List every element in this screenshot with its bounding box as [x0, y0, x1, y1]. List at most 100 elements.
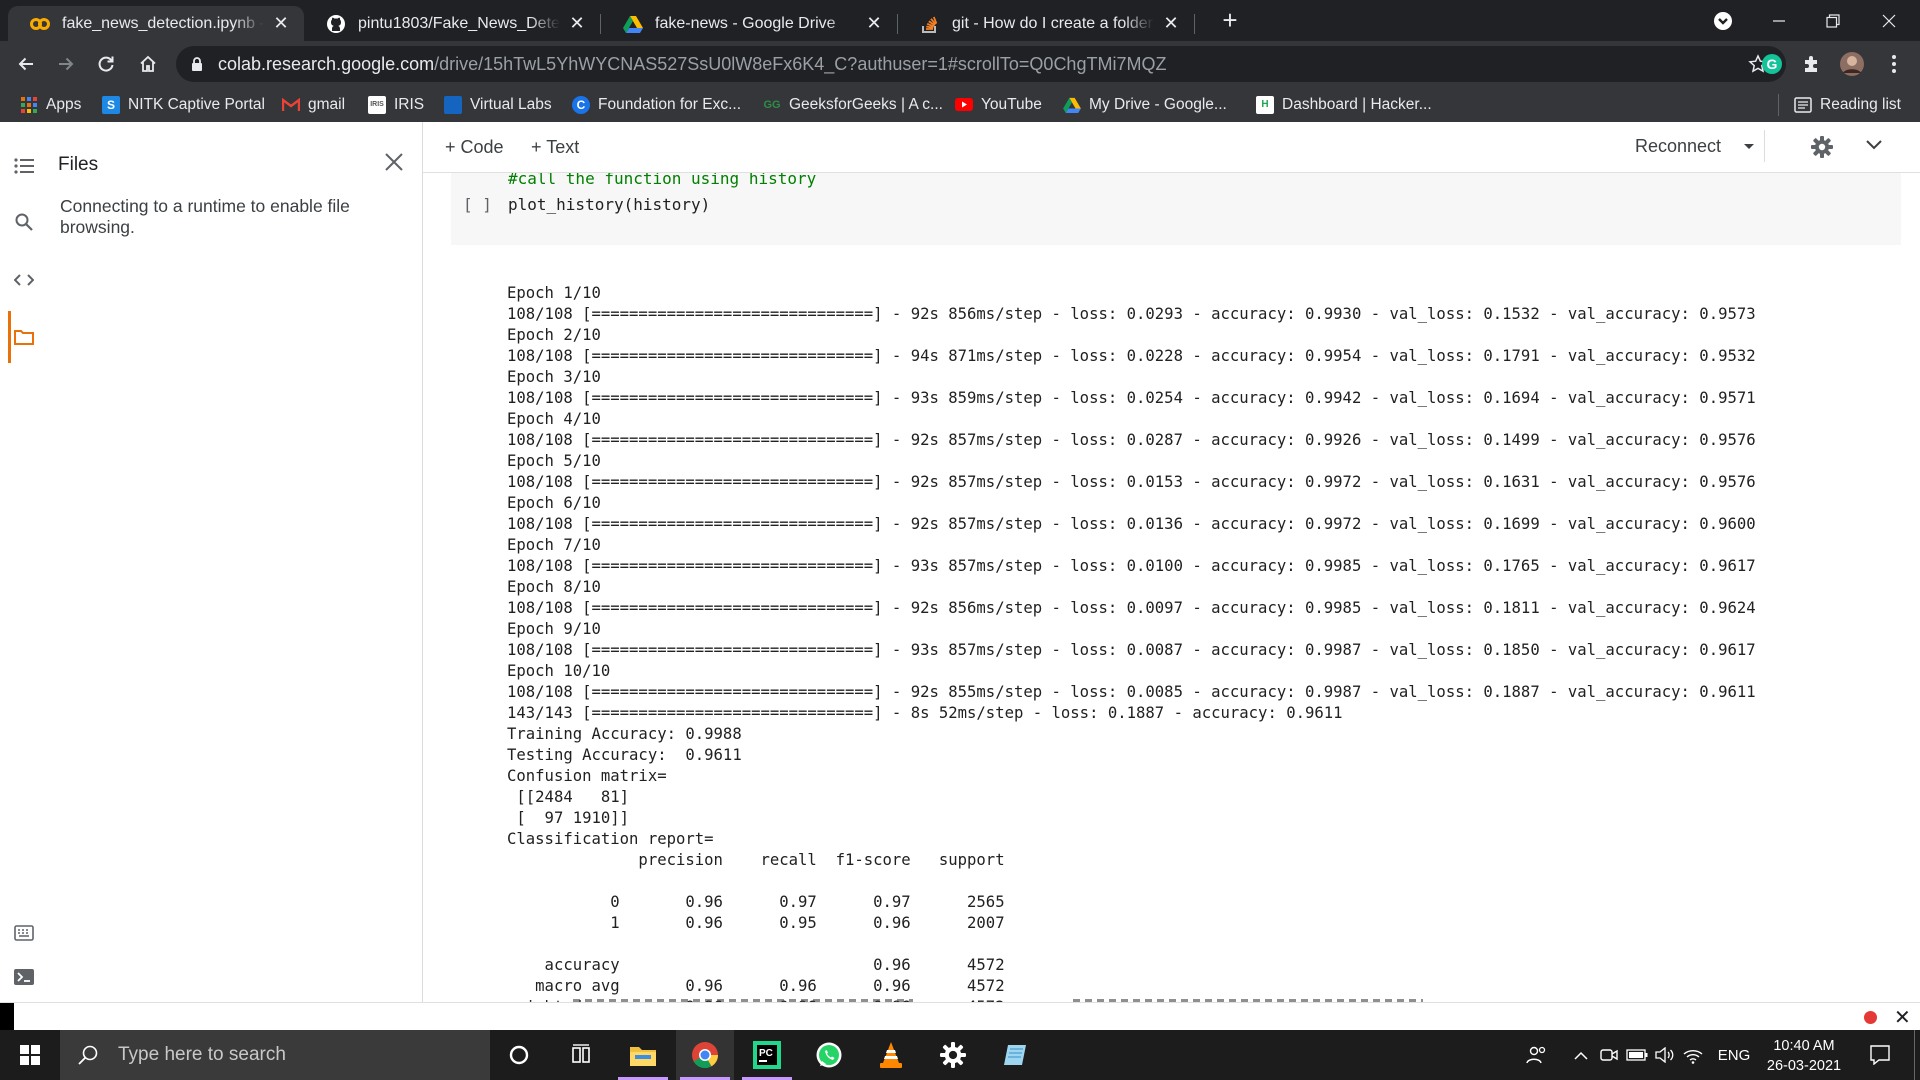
profile-avatar[interactable] — [1834, 46, 1870, 82]
search-icon[interactable] — [13, 211, 35, 233]
pycharm-icon[interactable]: PC — [738, 1030, 796, 1080]
home-button[interactable] — [130, 46, 166, 82]
virtual-labs-icon — [444, 95, 462, 114]
settings-icon[interactable] — [924, 1030, 982, 1080]
search-icon — [78, 1045, 98, 1065]
task-view-icon[interactable] — [552, 1030, 610, 1080]
minimize-window-button[interactable] — [1756, 0, 1802, 41]
tab-title: fake-news - Google Drive — [655, 14, 836, 32]
chrome-icon[interactable] — [676, 1030, 734, 1080]
geeksforgeeks-icon: GG — [763, 98, 781, 111]
code-cell[interactable]: [ ] #call the function using history plo… — [451, 173, 1901, 245]
svg-text:PC: PC — [759, 1048, 773, 1059]
url-host: colab.research.google.com — [218, 54, 435, 74]
active-panel-indicator — [8, 311, 11, 363]
bookmark-nitk-captive-portal[interactable]: S NITK Captive Portal — [102, 87, 265, 122]
reconnect-button[interactable]: Reconnect — [1635, 136, 1755, 157]
bookmark-youtube[interactable]: YouTube — [955, 87, 1042, 122]
terminal-icon[interactable] — [13, 966, 35, 988]
run-cell-button[interactable]: [ ] — [463, 195, 492, 214]
close-window-button[interactable] — [1866, 0, 1912, 41]
meet-now-icon[interactable] — [1596, 1030, 1622, 1080]
tab-title: pintu1803/Fake_News_Detection — [358, 14, 560, 32]
add-text-cell-button[interactable]: + Text — [531, 137, 579, 158]
notifications-icon[interactable] — [1860, 1030, 1900, 1080]
forward-button[interactable] — [48, 46, 84, 82]
reading-list-button[interactable]: Reading list — [1794, 87, 1901, 122]
bookmark-gmail[interactable]: gmail — [282, 87, 345, 122]
bookmark-hackerrank[interactable]: H Dashboard | Hacker... — [1256, 87, 1432, 122]
toolbar-divider — [1764, 130, 1765, 162]
folder-icon[interactable] — [13, 326, 35, 348]
url-path: /drive/15hTwL5YhWYCNAS527SsU0lW8eFx6K4_C… — [434, 54, 1167, 74]
left-sidebar-rail — [0, 122, 46, 1002]
s-logo-icon: S — [102, 95, 120, 114]
windows-taskbar: Type here to search PC ENG 10:40 AM 26-0… — [0, 1030, 1920, 1080]
grammarly-extension-icon[interactable]: G — [1754, 46, 1790, 82]
bookmark-iris[interactable]: IRIS IRIS — [368, 87, 424, 122]
browser-menu-icon[interactable] — [1876, 46, 1912, 82]
tab-separator — [1194, 14, 1195, 34]
settings-gear-icon[interactable] — [1811, 136, 1833, 158]
extensions-puzzle-icon[interactable] — [1794, 46, 1830, 82]
gmail-icon — [282, 96, 300, 114]
input-language-indicator[interactable]: ENG — [1710, 1030, 1758, 1080]
close-icon[interactable] — [380, 148, 408, 176]
bookmark-geeksforgeeks[interactable]: GG GeeksforGeeks | A c... — [763, 87, 943, 122]
reload-button[interactable] — [88, 46, 124, 82]
notebook-content: [ ] #call the function using history plo… — [423, 173, 1920, 1002]
command-palette-icon[interactable] — [13, 922, 35, 944]
show-desktop-button[interactable] — [1914, 1030, 1915, 1080]
battery-icon[interactable] — [1624, 1030, 1650, 1080]
tab-google-drive[interactable]: fake-news - Google Drive ✕ — [601, 6, 897, 41]
github-icon — [326, 14, 346, 34]
system-clock[interactable]: 10:40 AM 26-03-2021 — [1760, 1036, 1848, 1076]
close-icon[interactable]: ✕ — [1894, 1005, 1911, 1030]
bookmark-foundation[interactable]: C Foundation for Exc... — [572, 87, 741, 122]
youtube-icon — [955, 96, 973, 114]
back-button[interactable] — [8, 46, 44, 82]
code-snippets-icon[interactable] — [13, 269, 35, 291]
new-tab-button[interactable]: + — [1210, 0, 1250, 41]
hackerrank-icon: H — [1256, 95, 1274, 114]
clock-date: 26-03-2021 — [1766, 1058, 1842, 1074]
people-icon[interactable] — [1520, 1030, 1554, 1080]
vlc-icon[interactable] — [862, 1030, 920, 1080]
iris-icon: IRIS — [368, 95, 386, 114]
plot-title-left-clipped — [573, 995, 913, 1002]
apps-grid-icon — [20, 96, 38, 114]
files-panel: Files Connecting to a runtime to enable … — [46, 122, 423, 1002]
code-editor[interactable]: plot_history(history) — [508, 195, 710, 214]
close-tab-icon[interactable]: ✕ — [566, 13, 588, 35]
tab-stackoverflow[interactable]: git - How do I create a folder in a GitH… — [898, 6, 1194, 41]
bookmarks-separator — [1778, 94, 1779, 116]
profile-menu-icon[interactable] — [1700, 0, 1746, 41]
add-code-cell-button[interactable]: + Code — [445, 137, 504, 158]
show-hidden-icons-chevron-icon[interactable] — [1568, 1030, 1594, 1080]
tab-colab-notebook[interactable]: fake_news_detection.ipynb - Colab ✕ — [8, 6, 304, 41]
volume-icon[interactable] — [1652, 1030, 1678, 1080]
close-tab-icon[interactable]: ✕ — [270, 13, 292, 35]
file-explorer-icon[interactable] — [614, 1030, 672, 1080]
wifi-icon[interactable] — [1680, 1030, 1706, 1080]
close-tab-icon[interactable]: ✕ — [863, 13, 885, 35]
bookmark-my-drive[interactable]: My Drive - Google... — [1063, 87, 1227, 122]
notepad-icon[interactable] — [986, 1030, 1044, 1080]
tab-github[interactable]: pintu1803/Fake_News_Detection ✕ — [304, 6, 600, 41]
notebook-toolbar: + Code + Text Reconnect — [423, 122, 1920, 173]
bookmark-virtual-labs[interactable]: Virtual Labs — [444, 87, 552, 122]
address-bar[interactable]: colab.research.google.com/drive/15hTwL5Y… — [176, 46, 1786, 82]
tab-title: git - How do I create a folder in a GitH… — [952, 14, 1154, 32]
chevron-down-icon[interactable] — [1743, 143, 1755, 151]
taskbar-search-box[interactable]: Type here to search — [60, 1030, 490, 1080]
restore-window-button[interactable] — [1810, 0, 1856, 41]
collapse-header-chevron-icon[interactable] — [1866, 140, 1882, 150]
tab-title: fake_news_detection.ipynb - Colab — [62, 14, 264, 32]
windows-start-button[interactable] — [0, 1030, 60, 1080]
bookmark-apps[interactable]: Apps — [20, 87, 81, 122]
table-of-contents-icon[interactable] — [13, 155, 35, 177]
close-tab-icon[interactable]: ✕ — [1160, 13, 1182, 35]
cortana-icon[interactable] — [490, 1030, 548, 1080]
whatsapp-icon[interactable] — [800, 1030, 858, 1080]
files-panel-message: Connecting to a runtime to enable file b… — [60, 196, 350, 237]
